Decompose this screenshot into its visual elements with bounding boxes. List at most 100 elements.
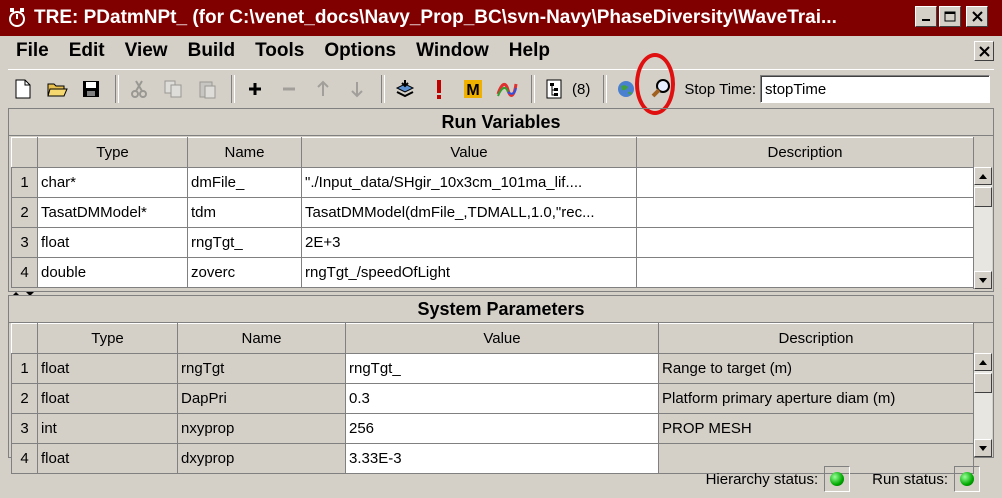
type-cell[interactable]: TasatDMModel* [37, 197, 188, 228]
row-number[interactable]: 2 [11, 383, 38, 414]
description-cell[interactable] [636, 167, 974, 198]
column-header-type[interactable]: Type [37, 323, 178, 354]
type-cell[interactable]: float [37, 353, 178, 384]
scroll-up-button[interactable] [974, 167, 992, 185]
menu-tools[interactable]: Tools [255, 40, 304, 62]
corner-cell [11, 323, 38, 354]
open-button[interactable] [42, 74, 72, 104]
new-button[interactable] [8, 74, 38, 104]
table-row[interactable]: 3 float rngTgt_ 2E+3 [11, 227, 974, 258]
column-header-description[interactable]: Description [636, 137, 974, 168]
value-cell[interactable]: rngTgt_ [345, 353, 659, 384]
name-cell[interactable]: DapPri [177, 383, 346, 414]
type-cell[interactable]: char* [37, 167, 188, 198]
row-number[interactable]: 2 [11, 197, 38, 228]
scroll-down-button[interactable] [974, 271, 992, 289]
menu-file[interactable]: File [16, 40, 49, 62]
value-cell[interactable]: 2E+3 [301, 227, 637, 258]
app-icon[interactable] [6, 7, 28, 29]
plot-button[interactable] [492, 74, 522, 104]
description-cell[interactable] [636, 257, 974, 288]
description-cell[interactable] [636, 197, 974, 228]
row-number[interactable]: 1 [11, 167, 38, 198]
value-cell[interactable]: TasatDMModel(dmFile_,TDMALL,1.0,"rec... [301, 197, 637, 228]
scroll-thumb[interactable] [974, 373, 992, 393]
menu-build[interactable]: Build [188, 40, 236, 62]
run-variables-scrollbar[interactable] [973, 167, 992, 289]
toolbar-separator [231, 75, 235, 103]
column-header-description[interactable]: Description [658, 323, 974, 354]
run-variables-title: Run Variables [9, 109, 993, 136]
table-row[interactable]: 1 float rngTgt rngTgt_ Range to target (… [11, 353, 974, 384]
value-cell[interactable]: "./Input_data/SHgir_10x3cm_101ma_lif.... [301, 167, 637, 198]
save-button[interactable] [76, 74, 106, 104]
build-button[interactable] [390, 74, 420, 104]
description-cell[interactable] [636, 227, 974, 258]
row-number[interactable]: 3 [11, 413, 38, 444]
type-cell[interactable]: double [37, 257, 188, 288]
toolbar-separator [381, 75, 385, 103]
minus-icon [283, 87, 295, 91]
table-row[interactable]: 2 float DapPri 0.3 Platform primary aper… [11, 383, 974, 414]
column-header-name[interactable]: Name [177, 323, 346, 354]
name-cell[interactable]: rngTgt [177, 353, 346, 384]
remove-row-button[interactable] [274, 74, 304, 104]
run-button[interactable] [424, 74, 454, 104]
copy-button[interactable] [158, 74, 188, 104]
table-row[interactable]: 2 TasatDMModel* tdm TasatDMModel(dmFile_… [11, 197, 974, 228]
name-cell[interactable]: rngTgt_ [187, 227, 302, 258]
resize-grip[interactable] [988, 474, 998, 484]
web-button[interactable] [612, 74, 642, 104]
matlab-m-icon: M [464, 80, 482, 99]
move-up-button[interactable] [308, 74, 338, 104]
name-cell[interactable]: zoverc [187, 257, 302, 288]
column-header-value[interactable]: Value [301, 137, 637, 168]
row-number[interactable]: 4 [11, 257, 38, 288]
value-cell[interactable]: 0.3 [345, 383, 659, 414]
value-cell[interactable]: rngTgt_/speedOfLight [301, 257, 637, 288]
menu-edit[interactable]: Edit [69, 40, 105, 62]
column-header-type[interactable]: Type [37, 137, 188, 168]
stop-time-input[interactable] [760, 75, 991, 103]
system-parameters-panel: System Parameters Type Name Value Descri… [8, 295, 994, 474]
paste-button[interactable] [192, 74, 222, 104]
type-cell[interactable]: float [37, 383, 178, 414]
corner-cell [11, 137, 38, 168]
name-cell[interactable]: nxyprop [177, 413, 346, 444]
find-button[interactable] [646, 74, 676, 104]
row-number[interactable]: 1 [11, 353, 38, 384]
cut-button[interactable] [124, 74, 154, 104]
menu-options[interactable]: Options [324, 40, 396, 62]
menu-help[interactable]: Help [509, 40, 550, 62]
matlab-button[interactable]: M [458, 74, 488, 104]
maximize-button[interactable] [939, 6, 961, 27]
menu-window[interactable]: Window [416, 40, 489, 62]
column-header-name[interactable]: Name [187, 137, 302, 168]
type-cell[interactable]: int [37, 413, 178, 444]
add-row-button[interactable] [240, 74, 270, 104]
document-close-button[interactable] [974, 41, 994, 61]
move-down-button[interactable] [342, 74, 372, 104]
hierarchy-button[interactable] [540, 74, 570, 104]
description-cell[interactable]: Range to target (m) [658, 353, 974, 384]
scroll-up-button[interactable] [974, 353, 992, 371]
table-row[interactable]: 3 int nxyprop 256 PROP MESH [11, 413, 974, 444]
scroll-down-button[interactable] [974, 439, 992, 457]
column-header-value[interactable]: Value [345, 323, 659, 354]
name-cell[interactable]: tdm [187, 197, 302, 228]
description-cell[interactable]: PROP MESH [658, 413, 974, 444]
value-cell[interactable]: 256 [345, 413, 659, 444]
arrow-up-icon [979, 359, 987, 365]
row-number[interactable]: 3 [11, 227, 38, 258]
system-parameters-scrollbar[interactable] [973, 353, 992, 457]
name-cell[interactable]: dmFile_ [187, 167, 302, 198]
table-row[interactable]: 4 double zoverc rngTgt_/speedOfLight [11, 257, 974, 288]
menu-view[interactable]: View [125, 40, 168, 62]
table-row[interactable]: 1 char* dmFile_ "./Input_data/SHgir_10x3… [11, 167, 974, 198]
type-cell[interactable]: float [37, 227, 188, 258]
description-cell[interactable]: Platform primary aperture diam (m) [658, 383, 974, 414]
close-button[interactable] [966, 6, 988, 27]
minimize-button[interactable] [915, 6, 937, 27]
scroll-thumb[interactable] [974, 187, 992, 207]
stop-time-label: Stop Time: [684, 80, 757, 98]
